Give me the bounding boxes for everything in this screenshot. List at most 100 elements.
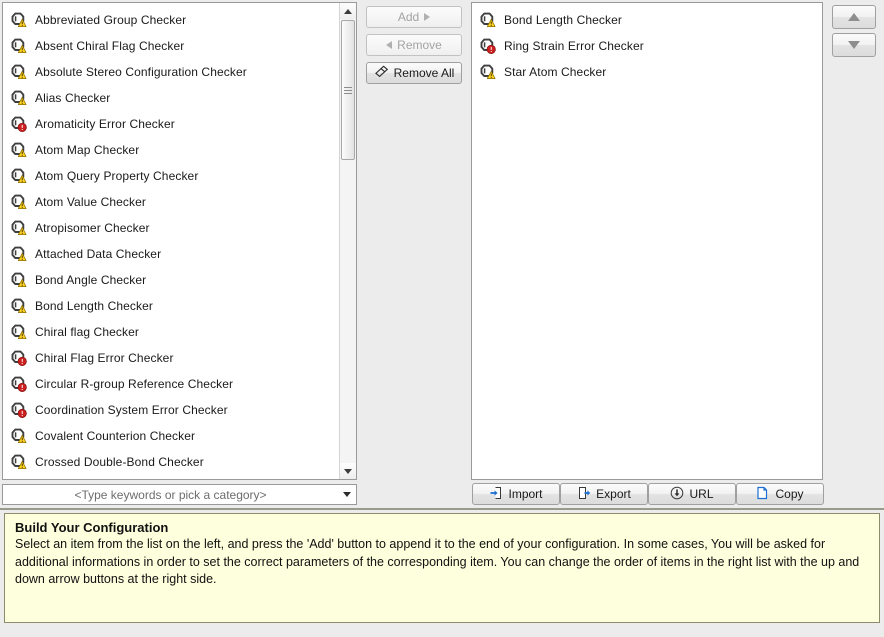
export-button-label: Export [596,487,631,501]
list-item[interactable]: Bond Length Checker [472,7,822,33]
url-button[interactable]: URL [648,483,736,505]
keyword-filter-combobox[interactable]: <Type keywords or pick a category> [2,484,357,505]
move-down-button[interactable] [832,33,876,57]
eraser-icon [374,65,389,81]
available-list-rows[interactable]: Abbreviated Group Checker Absent Chiral F… [3,3,339,479]
import-button-label: Import [508,487,543,501]
list-item[interactable]: Chiral flag Checker [3,319,339,345]
scroll-up-button[interactable] [340,3,356,19]
list-item[interactable]: Ring Strain Error Checker [472,33,822,59]
list-item-label: Covalent Counterion Checker [35,429,196,443]
url-button-label: URL [689,487,714,501]
checker-warning-icon [480,64,496,80]
info-panel: Build Your Configuration Select an item … [4,513,880,623]
list-item-label: Chiral Flag Error Checker [35,351,174,365]
list-item[interactable]: Absent Chiral Flag Checker [3,33,339,59]
remove-button-label: Remove [397,38,442,52]
list-item[interactable]: Circular R-group Reference Checker [3,371,339,397]
list-item[interactable]: Atropisomer Checker [3,215,339,241]
checker-warning-icon [11,324,27,340]
checker-warning-icon [11,168,27,184]
export-icon [577,486,591,503]
configuration-list-rows[interactable]: Bond Length Checker Ring Strain Error Che… [472,3,822,479]
list-item[interactable]: Absolute Stereo Configuration Checker [3,59,339,85]
keyword-filter-input[interactable]: <Type keywords or pick a category> [3,488,338,502]
list-item[interactable]: Chiral Flag Error Checker [3,345,339,371]
add-button[interactable]: Add [366,6,462,28]
available-checkers-list[interactable]: Abbreviated Group Checker Absent Chiral F… [2,2,357,480]
list-item-label: Atom Query Property Checker [35,169,199,183]
remove-button[interactable]: Remove [366,34,462,56]
list-item[interactable]: Star Atom Checker [472,59,822,85]
checker-warning-icon [11,194,27,210]
list-item[interactable]: Attached Data Checker [3,241,339,267]
arrow-down-icon [848,41,860,49]
list-item[interactable]: Atom Query Property Checker [3,163,339,189]
panel-divider [0,508,884,510]
list-item-label: Crossed Double-Bond Checker [35,455,204,469]
url-download-icon [670,486,684,503]
scrollbar-thumb[interactable] [341,20,355,160]
import-icon [489,486,503,503]
checker-error-icon [11,350,27,366]
checker-error-icon [480,38,496,54]
checker-warning-icon [11,220,27,236]
add-button-label: Add [397,10,420,24]
checker-warning-icon [11,38,27,54]
move-up-button[interactable] [832,5,876,29]
checker-warning-icon [11,298,27,314]
checker-warning-icon [11,272,27,288]
list-item[interactable]: Aromaticity Error Checker [3,111,339,137]
configuration-checkers-list[interactable]: Bond Length Checker Ring Strain Error Che… [471,2,823,480]
checker-warning-icon [11,428,27,444]
checker-warning-icon [11,12,27,28]
checker-warning-icon [11,142,27,158]
list-item-label: Absolute Stereo Configuration Checker [35,65,247,79]
checker-error-icon [11,376,27,392]
list-item-label: Coordination System Error Checker [35,403,228,417]
available-list-scrollbar[interactable] [339,3,356,479]
triangle-down-icon [344,468,352,474]
copy-button-label: Copy [775,487,804,501]
checker-warning-icon [480,12,496,28]
import-button[interactable]: Import [472,483,560,505]
list-item-label: Attached Data Checker [35,247,162,261]
list-item-label: Bond Length Checker [504,13,622,27]
export-button[interactable]: Export [560,483,648,505]
list-item[interactable]: Abbreviated Group Checker [3,7,339,33]
scrollbar-grip-icon [344,85,352,96]
list-item[interactable]: Bond Length Checker [3,293,339,319]
checker-error-icon [11,402,27,418]
list-item[interactable]: Crossed Double-Bond Checker [3,449,339,475]
copy-button[interactable]: Copy [736,483,824,505]
list-item-label: Atom Value Checker [35,195,146,209]
list-item-label: Ring Strain Error Checker [504,39,644,53]
list-item[interactable]: Covalent Counterion Checker [3,423,339,449]
chevron-down-icon[interactable] [338,492,356,497]
list-item[interactable]: Coordination System Error Checker [3,397,339,423]
checker-error-icon [11,116,27,132]
list-item[interactable]: Bond Angle Checker [3,267,339,293]
remove-all-button[interactable]: Remove All [366,62,462,84]
list-item[interactable]: Alias Checker [3,85,339,111]
checker-configuration-dialog: Abbreviated Group Checker Absent Chiral F… [0,0,884,637]
checker-warning-icon [11,454,27,470]
checker-warning-icon [11,90,27,106]
scroll-down-button[interactable] [340,463,356,479]
list-item[interactable]: Atom Map Checker [3,137,339,163]
list-item-label: Aromaticity Error Checker [35,117,175,131]
arrow-left-icon [386,41,393,49]
list-item-label: Star Atom Checker [504,65,607,79]
checker-warning-icon [11,246,27,262]
copy-icon [756,486,770,503]
list-item-label: Abbreviated Group Checker [35,13,187,27]
info-panel-title: Build Your Configuration [15,520,169,535]
list-item-label: Absent Chiral Flag Checker [35,39,185,53]
info-panel-body: Select an item from the list on the left… [15,537,860,586]
arrow-right-icon [424,13,431,21]
arrow-up-icon [848,13,860,21]
checker-warning-icon [11,64,27,80]
list-item-label: Bond Length Checker [35,299,153,313]
list-item-label: Atropisomer Checker [35,221,150,235]
list-item[interactable]: Atom Value Checker [3,189,339,215]
